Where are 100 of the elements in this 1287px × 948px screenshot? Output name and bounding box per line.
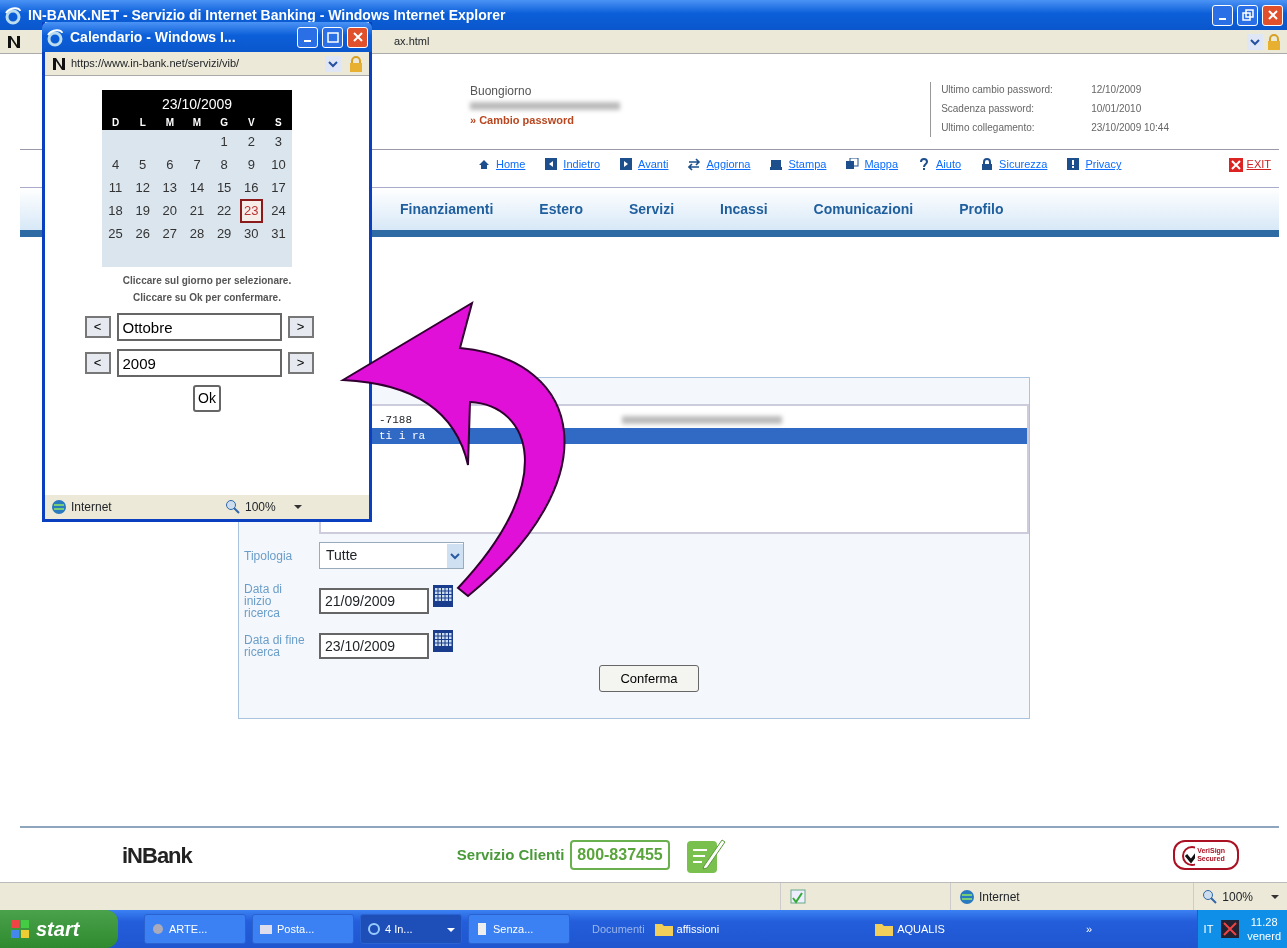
menu-item[interactable]: Comunicazioni [813, 198, 914, 220]
windows-flag-icon [10, 919, 30, 939]
menu-item[interactable]: Finanziamenti [400, 198, 494, 220]
taskbar-button[interactable]: Posta... [252, 914, 354, 944]
calendar-day[interactable]: 30 [240, 222, 263, 246]
info-label: Ultimo cambio password: [941, 83, 1054, 97]
next-button[interactable]: > [287, 352, 314, 374]
calendar-day[interactable]: 4 [107, 153, 124, 177]
date-field[interactable]: 21/09/2009 [319, 588, 429, 614]
bank-logo: iNBank [122, 841, 192, 870]
minimize-button[interactable] [1212, 4, 1233, 26]
close-icon [351, 31, 364, 43]
calendar-day[interactable]: 9 [243, 153, 259, 177]
toolbar-link[interactable]: Aggiorna [688, 156, 751, 173]
toolbar-link[interactable]: EXIT [1228, 156, 1271, 173]
zoom-icon[interactable] [1202, 888, 1219, 905]
calendar-day[interactable]: 27 [158, 222, 182, 246]
calendar-day[interactable]: 1 [216, 130, 232, 154]
menu-item[interactable]: Estero [539, 198, 583, 220]
close-icon [1266, 9, 1279, 21]
folder-button[interactable]: affissioni [654, 920, 720, 938]
toolbar-link[interactable]: Sicurezza [981, 156, 1048, 173]
taskbar-button[interactable]: ARTE... [144, 914, 246, 944]
maximize-button[interactable] [322, 26, 343, 48]
zoom-icon[interactable] [225, 499, 241, 515]
calendar-day[interactable]: 23 [240, 199, 263, 223]
swap-arrows-icon [688, 157, 703, 172]
printer-icon [770, 157, 785, 172]
calendar-day[interactable]: 28 [185, 222, 209, 246]
weekday-label: V [246, 116, 256, 130]
calendar-day[interactable]: 25 [104, 222, 127, 246]
ok-button[interactable]: Ok [193, 385, 221, 412]
calendar-day[interactable]: 31 [267, 222, 290, 246]
taskbar-button[interactable]: Senza... [468, 914, 570, 944]
menu-item[interactable]: Profilo [959, 198, 1004, 220]
calendar-day[interactable]: 29 [212, 222, 236, 246]
calendar-day[interactable]: 24 [267, 199, 290, 223]
calendar-day[interactable]: 7 [189, 153, 205, 177]
weekday-label: S [274, 116, 283, 130]
calendar-day[interactable]: 19 [131, 199, 154, 223]
minimize-button[interactable] [297, 26, 318, 48]
calendar-day[interactable]: 2 [243, 130, 259, 154]
info-label: Scadenza password: [941, 102, 1035, 116]
calendar-day[interactable]: 11 [104, 176, 127, 200]
calendar-day[interactable]: 22 [212, 199, 236, 223]
calendar-day[interactable]: 26 [131, 222, 154, 246]
caret-icon[interactable] [447, 926, 455, 933]
toolbar-link[interactable]: Home [478, 156, 526, 173]
picker-field[interactable]: Ottobre [116, 313, 282, 341]
next-button[interactable]: > [287, 316, 314, 338]
caret-icon[interactable] [293, 504, 302, 510]
folder-button[interactable]: AQUALIS [875, 920, 945, 938]
previous-button[interactable]: < [84, 352, 111, 374]
close-button[interactable] [1262, 4, 1283, 26]
toolbar-link[interactable]: Indietro [545, 156, 601, 173]
calendar-day[interactable]: 15 [212, 176, 236, 200]
menu-item[interactable]: Incassi [720, 198, 768, 220]
start-button[interactable]: start [0, 910, 118, 948]
calendar-day[interactable]: 5 [135, 153, 151, 177]
windows-icon [846, 157, 861, 172]
caret-icon[interactable] [1271, 893, 1279, 900]
calendar-day[interactable]: 14 [185, 176, 209, 200]
zoom-level[interactable]: 100% [245, 498, 276, 516]
calendar-icon[interactable] [433, 584, 453, 607]
calendar-day[interactable]: 18 [104, 199, 127, 223]
calendar-day[interactable]: 6 [162, 153, 178, 177]
calendar-day[interactable]: 10 [267, 153, 290, 177]
toolbar-link[interactable]: Mappa [846, 156, 899, 173]
calendar-day[interactable]: 12 [131, 176, 154, 200]
toolbar-link[interactable]: Privacy [1067, 156, 1122, 173]
change-password-link[interactable]: » Cambio password [470, 112, 620, 129]
picker-field[interactable]: 2009 [116, 349, 282, 377]
more-button[interactable]: » [1085, 920, 1092, 938]
close-button[interactable] [347, 26, 368, 48]
taskbar-button[interactable]: 4 In... [360, 914, 462, 944]
calendar-day[interactable]: 16 [240, 176, 263, 200]
close-icon [1228, 157, 1243, 172]
checkmark-icon [1181, 844, 1196, 866]
previous-button[interactable]: < [84, 316, 111, 338]
toolbar-link[interactable]: Aiuto [918, 156, 962, 173]
calendar-day[interactable]: 8 [216, 153, 232, 177]
toolbar-link[interactable]: Avanti [620, 156, 669, 173]
zoom-level[interactable]: 100% [1222, 887, 1253, 906]
toolbar-link[interactable]: Stampa [770, 156, 827, 173]
confirm-button[interactable]: Conferma [599, 665, 699, 692]
network-icon[interactable] [1221, 920, 1240, 938]
date-field[interactable]: 23/10/2009 [319, 633, 429, 659]
restore-button[interactable] [1237, 4, 1258, 26]
menu-item[interactable]: Servizi [628, 198, 675, 220]
calendar-day[interactable]: 13 [158, 176, 182, 200]
browser-icon [4, 6, 22, 25]
calendar-day[interactable]: 20 [158, 199, 182, 223]
type-select[interactable]: Tutte [319, 542, 464, 569]
site-logo-icon [6, 33, 22, 50]
weekday-label: M [191, 116, 203, 130]
calendar-day[interactable]: 3 [270, 130, 287, 154]
address-text[interactable]: ax.html [394, 33, 430, 50]
calendar-day[interactable]: 21 [185, 199, 209, 223]
calendar-day[interactable]: 17 [267, 176, 290, 200]
calendar-icon[interactable] [433, 629, 453, 652]
